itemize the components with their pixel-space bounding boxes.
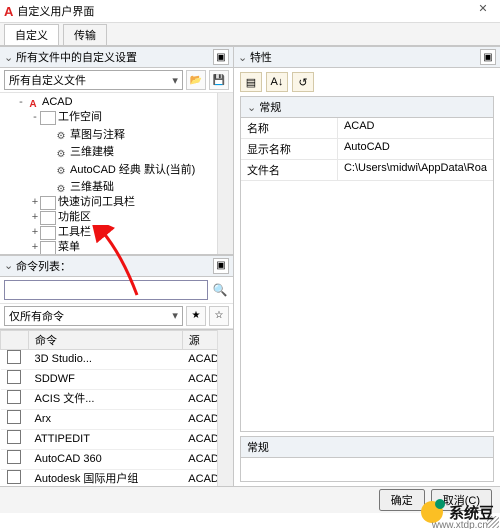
gear-icon: ⚙ [54,129,68,141]
gear-icon: ⚙ [54,164,68,176]
custom-file-dropdown[interactable]: 所有自定义文件 ▾ [4,70,183,90]
command-name: ACIS 文件... [29,389,183,409]
command-search-input[interactable] [4,280,208,300]
command-row[interactable]: SDDWFACAD [1,369,233,389]
command-icon [7,430,21,444]
command-icon [7,470,21,484]
save-all-button[interactable]: 💾 [209,70,229,90]
window-title: 自定义用户界面 [17,3,470,19]
command-name: Arx [29,409,183,429]
mode-tabs: 自定义 传输 [0,23,500,46]
command-icon [7,390,21,404]
prop-category[interactable]: ⌄ 常规 [241,97,493,118]
command-name: SDDWF [29,369,183,389]
chevron-down-icon: ▾ [172,74,178,87]
custom-settings-header: ⌄ 所有文件中的自定义设置 ▣ [0,46,233,68]
prop-row-filename[interactable]: 文件名 C:\Users\midwi\AppData\Roa [241,160,493,181]
command-list[interactable]: 命令 源 3D Studio...ACADSDDWFACADACIS 文件...… [0,329,233,487]
tree-n1[interactable]: 功能区 [58,210,91,225]
panel-pin-icon[interactable]: ▣ [213,49,229,65]
command-row[interactable]: 3D Studio...ACAD [1,349,233,369]
ok-button[interactable]: 确定 [379,489,425,511]
tree-n2[interactable]: 工具栏 [58,225,91,240]
folder-icon [40,196,56,210]
tree-ws3[interactable]: 三维基础 [70,180,114,195]
command-name: 3D Studio... [29,349,183,369]
command-row[interactable]: Autodesk 国际用户组ACAD [1,469,233,486]
command-icon [7,350,21,364]
folder-icon [40,226,56,240]
description-panel: 常规 [240,436,494,482]
property-grid[interactable]: ⌄ 常规 名称 ACAD 显示名称 AutoCAD 文件名 C:\Users\m… [240,96,494,432]
command-name: AutoCAD 360 [29,449,183,469]
command-row[interactable]: ATTIPEDITACAD [1,429,233,449]
open-button[interactable]: 📂 [186,70,206,90]
collapse-icon[interactable]: ⌄ [4,51,14,64]
command-row[interactable]: AutoCAD 360ACAD [1,449,233,469]
folder-icon [40,211,56,225]
tree-ws1[interactable]: 三维建模 [70,145,114,160]
window-resize-handle[interactable] [487,516,499,528]
gear-icon: ⚙ [54,182,68,194]
tree-ws0[interactable]: 草图与注释 [70,128,125,143]
command-icon [7,450,21,464]
gear-icon: ⚙ [54,147,68,159]
panel-pin-icon[interactable]: ▣ [480,49,496,65]
command-icon [7,410,21,424]
app-logo-icon: A [4,4,13,19]
prop-row-name[interactable]: 名称 ACAD [241,118,493,139]
categorize-button[interactable]: ▤ [240,72,262,92]
tree-n3[interactable]: 菜单 [58,240,80,255]
properties-header: ⌄ 特性 ▣ [234,46,500,68]
new-command-button[interactable]: ★ [186,306,206,326]
command-row[interactable]: ArxACAD [1,409,233,429]
acad-icon: A [26,97,40,109]
command-row[interactable]: ACIS 文件...ACAD [1,389,233,409]
prop-row-displayname[interactable]: 显示名称 AutoCAD [241,139,493,160]
cancel-button[interactable]: 取消(C) [431,489,492,511]
chevron-down-icon: ▾ [172,309,178,322]
command-name: ATTIPEDIT [29,429,183,449]
tree-scrollbar[interactable] [217,93,233,254]
collapse-icon[interactable]: ⌄ [238,51,248,64]
folder-icon [40,111,56,125]
command-name: Autodesk 国际用户组 [29,469,183,486]
tab-transfer[interactable]: 传输 [63,24,107,45]
tree-root[interactable]: ACAD [42,95,73,110]
tree-ws2[interactable]: AutoCAD 经典 默认(当前) [70,163,195,178]
command-filter-dropdown[interactable]: 仅所有命令 ▾ [4,306,183,326]
customization-tree[interactable]: -AACAD -工作空间 ⚙草图与注释 ⚙三维建模 ⚙AutoCAD 经典 默认… [0,93,233,255]
collapse-icon[interactable]: ⌄ [4,259,14,272]
search-icon[interactable]: 🔍 [211,281,229,299]
tree-workspace[interactable]: 工作空间 [58,110,102,125]
commandlist-scrollbar[interactable] [217,330,233,487]
window-close-button[interactable]: ✕ [470,2,496,20]
panel-pin-icon[interactable]: ▣ [213,258,229,274]
tab-customize[interactable]: 自定义 [4,24,59,45]
command-icon [7,370,21,384]
tree-n0[interactable]: 快速访问工具栏 [58,195,135,210]
folder-icon [40,241,56,255]
sort-az-button[interactable]: A↓ [266,72,288,92]
favorites-button[interactable]: ☆ [209,306,229,326]
reset-button[interactable]: ↺ [292,72,314,92]
command-list-header: ⌄ 命令列表： ▣ [0,255,233,277]
col-command[interactable]: 命令 [29,330,183,349]
